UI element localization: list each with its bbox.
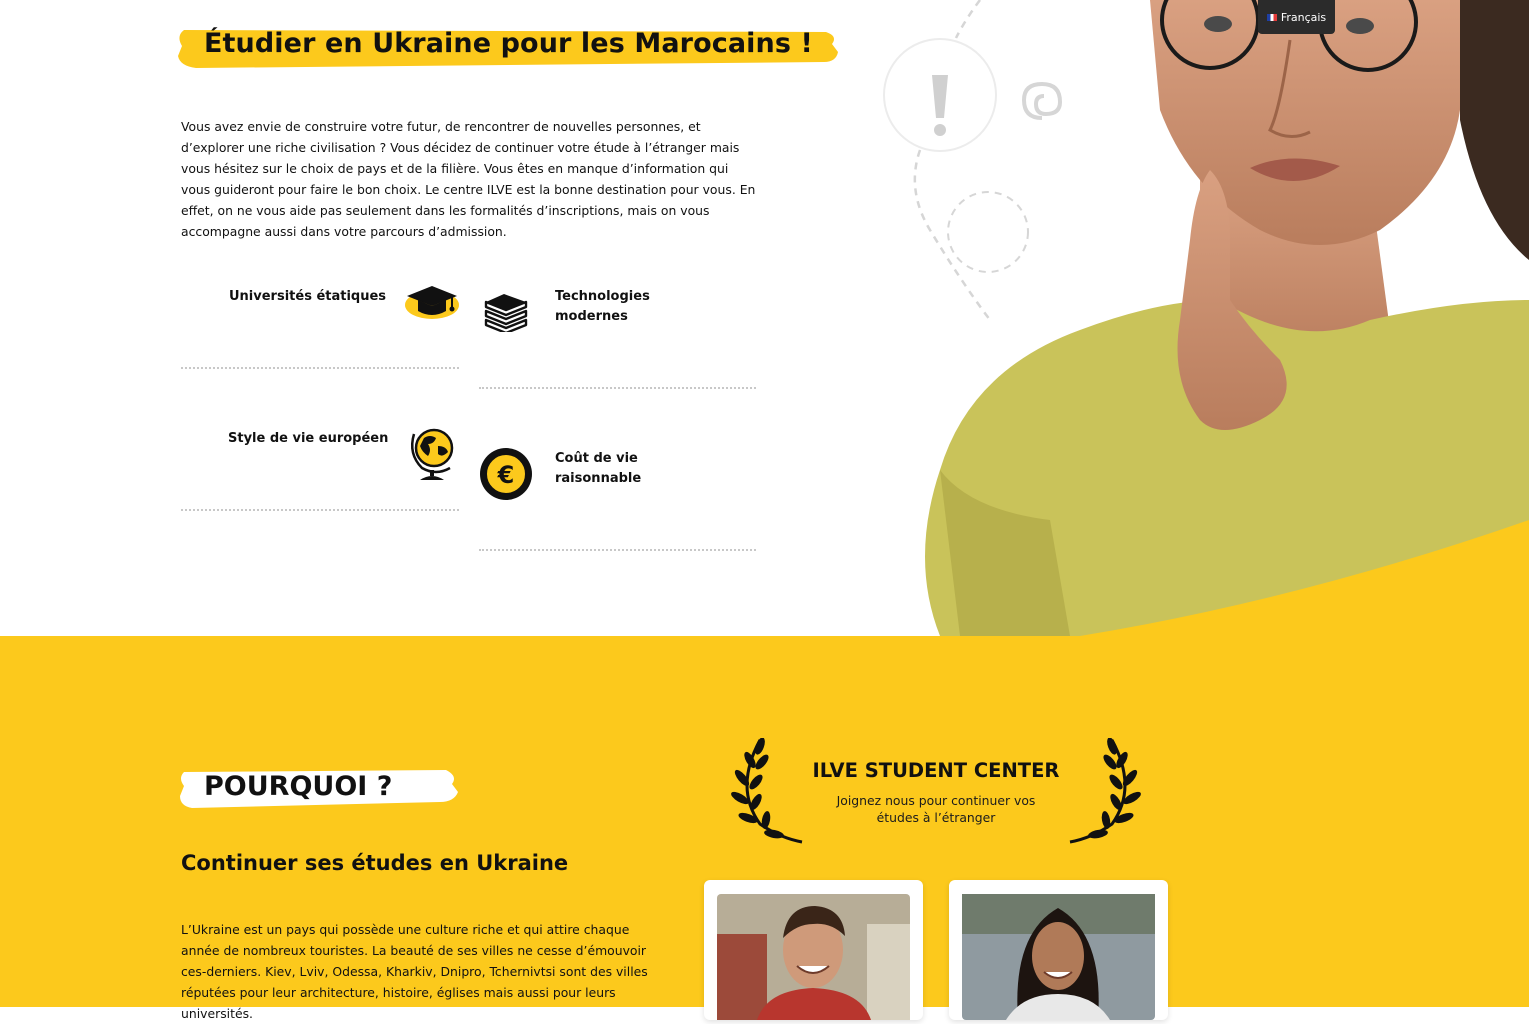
center-subtitle: Joignez nous pour continuer vos études à… xyxy=(836,793,1036,825)
page-title: Étudier en Ukraine pour les Marocains ! xyxy=(204,28,813,59)
svg-text:€: € xyxy=(497,461,515,489)
graduation-cap-icon xyxy=(405,286,459,319)
feature-divider xyxy=(181,509,459,511)
intro-paragraph: Vous avez envie de construire votre futu… xyxy=(181,119,756,239)
language-label: Français xyxy=(1280,10,1327,24)
feature-universities-label: Universités étatiques xyxy=(229,289,387,304)
student-photo-male xyxy=(717,894,910,1020)
why-paragraph: L’Ukraine est un pays qui possède une cu… xyxy=(181,922,648,1021)
feature-cost-label: Coût de vie raisonnable xyxy=(555,451,642,486)
student-card[interactable] xyxy=(949,880,1168,1020)
feature-divider xyxy=(479,387,756,389)
feature-divider xyxy=(181,367,459,369)
why-title: POURQUOI ? xyxy=(204,771,393,802)
euro-coin-icon: € xyxy=(480,448,532,500)
language-switcher[interactable]: Français xyxy=(1258,0,1335,34)
center-title: ILVE STUDENT CENTER xyxy=(812,759,1060,782)
feature-lifestyle-label: Style de vie européen xyxy=(228,431,389,446)
why-subtitle: Continuer ses études en Ukraine xyxy=(181,851,569,875)
student-card[interactable] xyxy=(704,880,923,1020)
globe-icon xyxy=(411,428,454,480)
french-flag-icon xyxy=(1266,13,1277,21)
laurel-right-icon xyxy=(1069,738,1141,844)
hero-student-illustration xyxy=(925,0,1529,636)
feature-technologies-label: Technologies modernes xyxy=(555,289,650,324)
student-photo-female xyxy=(962,894,1155,1020)
books-icon xyxy=(484,294,528,332)
laurel-left-icon xyxy=(731,738,803,844)
feature-divider xyxy=(479,549,756,551)
